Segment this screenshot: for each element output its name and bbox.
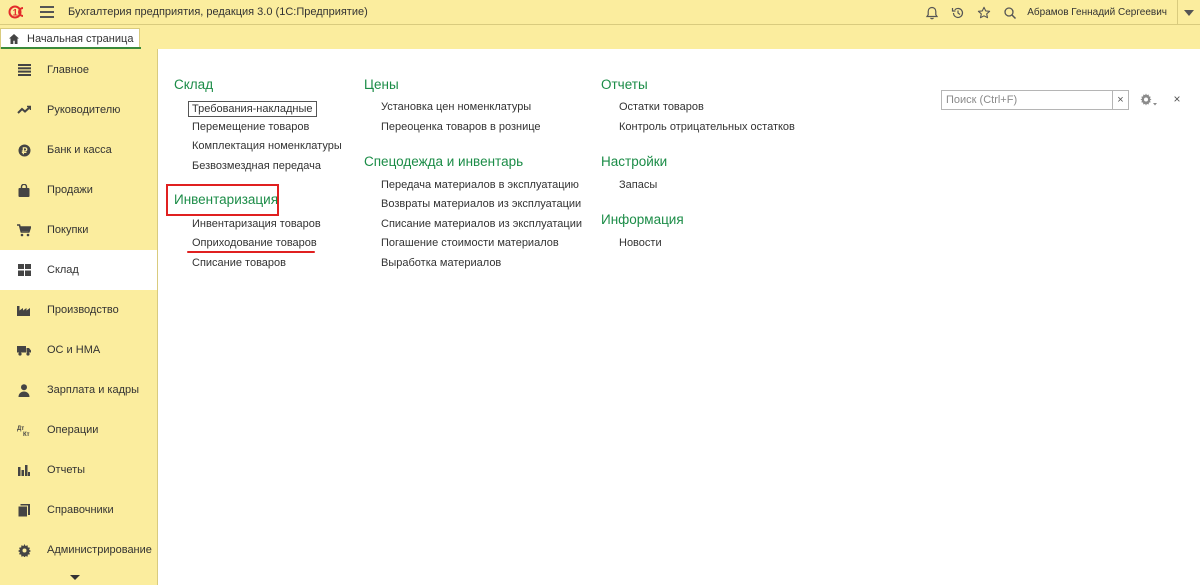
sidebar-item-prodazhi[interactable]: Продажи [0,170,157,210]
search-field: × [941,90,1129,110]
section-ceny: Цены [364,76,399,94]
gear-icon [17,543,31,557]
cart-icon [17,223,31,237]
link-peremeshchenie-tovarov[interactable]: Перемещение товаров [192,121,309,133]
sidebar-item-label: Руководителю [47,104,121,116]
sidebar-item-otchety[interactable]: Отчеты [0,450,157,490]
sidebar-item-rukovoditelyu[interactable]: Руководителю [0,90,157,130]
title-bar: 1 Бухгалтерия предприятия, редакция 3.0 … [0,0,1200,25]
svg-text:Кт: Кт [23,432,30,436]
bar-chart-icon [17,463,31,477]
sidebar-item-operacii[interactable]: Дт Кт Операции [0,410,157,450]
link-spisanie-materialov[interactable]: Списание материалов из эксплуатации [381,218,582,230]
section-otchety: Отчеты [601,76,648,94]
svg-text:1: 1 [13,8,18,18]
section-title[interactable]: Спецодежда и инвентарь [364,153,523,171]
link-trebovaniya-nakladnye[interactable]: Требования-накладные [188,101,317,117]
app-title: Бухгалтерия предприятия, редакция 3.0 (1… [68,6,368,18]
sidebar-item-label: Администрирование [47,544,152,556]
user-name[interactable]: Абрамов Геннадий Сергеевич [1027,7,1167,18]
sidebar-item-administrirovanie[interactable]: Администрирование [0,530,157,570]
star-icon[interactable] [971,0,997,25]
section-sklad: Склад [174,76,213,94]
warehouse-icon [17,263,31,277]
history-icon[interactable] [945,0,971,25]
sidebar-item-label: Продажи [47,184,93,196]
section-title[interactable]: Настройки [601,153,667,171]
link-pereocenka-tovarov[interactable]: Переоценка товаров в рознице [381,121,541,133]
section-title[interactable]: Цены [364,76,399,94]
search-input[interactable] [942,91,1112,109]
sidebar-item-sklad[interactable]: Склад [0,250,157,290]
section-informaciya: Информация [601,211,684,229]
sidebar-item-label: Главное [47,64,90,76]
section-title[interactable]: Склад [174,76,213,94]
tab-bar: Начальная страница [0,25,1200,49]
sidebar-item-zarplata[interactable]: Зарплата и кадры [0,370,157,410]
sidebar-item-bank[interactable]: ₽ Банк и касса [0,130,157,170]
section-title[interactable]: Отчеты [601,76,648,94]
link-inventarizaciya-tovarov[interactable]: Инвентаризация товаров [192,218,321,230]
bell-icon[interactable] [919,0,945,25]
link-bezvozmezdnaya-peredacha[interactable]: Безвозмездная передача [192,160,321,172]
link-ostatki-tovarov[interactable]: Остатки товаров [619,101,704,113]
truck-icon [17,343,31,357]
sidebar-item-spravochniki[interactable]: Справочники [0,490,157,530]
list-icon [17,63,31,77]
factory-icon [17,303,31,317]
sidebar: Главное Руководителю ₽ Банк и касса Прод… [0,49,158,585]
link-vyrabotka-materialov[interactable]: Выработка материалов [381,257,501,269]
link-spisanie-tovarov[interactable]: Списание товаров [192,257,286,269]
tab-home-label: Начальная страница [27,33,134,45]
link-ustanovka-cen[interactable]: Установка цен номенклатуры [381,101,531,113]
clear-search-button[interactable]: × [1112,91,1128,109]
sidebar-item-proizvodstvo[interactable]: Производство [0,290,157,330]
sidebar-item-pokupki[interactable]: Покупки [0,210,157,250]
sidebar-item-label: Операции [47,424,99,436]
home-icon [9,34,19,44]
search-icon[interactable] [997,0,1023,25]
section-nastroyki: Настройки [601,153,667,171]
debit-credit-icon: Дт Кт [17,423,31,437]
books-icon [17,503,31,517]
sidebar-item-label: Покупки [47,224,89,236]
section-title[interactable]: Информация [601,211,684,229]
link-komplektaciya[interactable]: Комплектация номенклатуры [192,140,342,152]
settings-gear-icon[interactable] [1138,89,1158,109]
link-zapasy[interactable]: Запасы [619,179,657,191]
link-peredacha-materialov[interactable]: Передача материалов в эксплуатацию [381,179,579,191]
sidebar-item-glavnoe[interactable]: Главное [0,50,157,90]
annotation-underline [187,251,315,253]
link-kontrol-ostatkov[interactable]: Контроль отрицательных остатков [619,121,795,133]
sidebar-item-label: ОС и НМА [47,344,101,356]
sidebar-item-label: Банк и касса [47,144,112,156]
link-pogashenie-stoimosti[interactable]: Погашение стоимости материалов [381,237,559,249]
bag-icon [17,183,31,197]
tab-home[interactable]: Начальная страница [0,28,141,49]
coin-icon: ₽ [17,143,31,157]
trend-icon [17,103,31,117]
person-icon [17,383,31,397]
1c-logo[interactable]: 1 [8,5,30,19]
sidebar-item-label: Производство [47,304,119,316]
link-oprihodovanie-tovarov[interactable]: Оприходование товаров [192,237,317,249]
sidebar-item-label: Отчеты [47,464,86,476]
dropdown-arrow-icon[interactable] [1178,0,1200,25]
annotation-highlight-box [166,184,279,216]
section-specodezhda: Спецодежда и инвентарь [364,153,523,171]
sidebar-item-label: Справочники [47,504,114,516]
sidebar-item-os-nma[interactable]: ОС и НМА [0,330,157,370]
sidebar-item-label: Зарплата и кадры [47,384,140,396]
close-button[interactable]: × [1170,91,1184,107]
hamburger-menu-icon[interactable] [40,6,54,18]
svg-text:₽: ₽ [21,146,27,156]
link-novosti[interactable]: Новости [619,237,662,249]
sidebar-item-label: Склад [47,264,79,276]
main-panel: × × Склад Требования-накладные Перемещен… [159,49,1200,585]
sidebar-scroll-down-icon[interactable] [70,575,80,580]
link-vozvraty-materialov[interactable]: Возвраты материалов из эксплуатации [381,198,581,210]
